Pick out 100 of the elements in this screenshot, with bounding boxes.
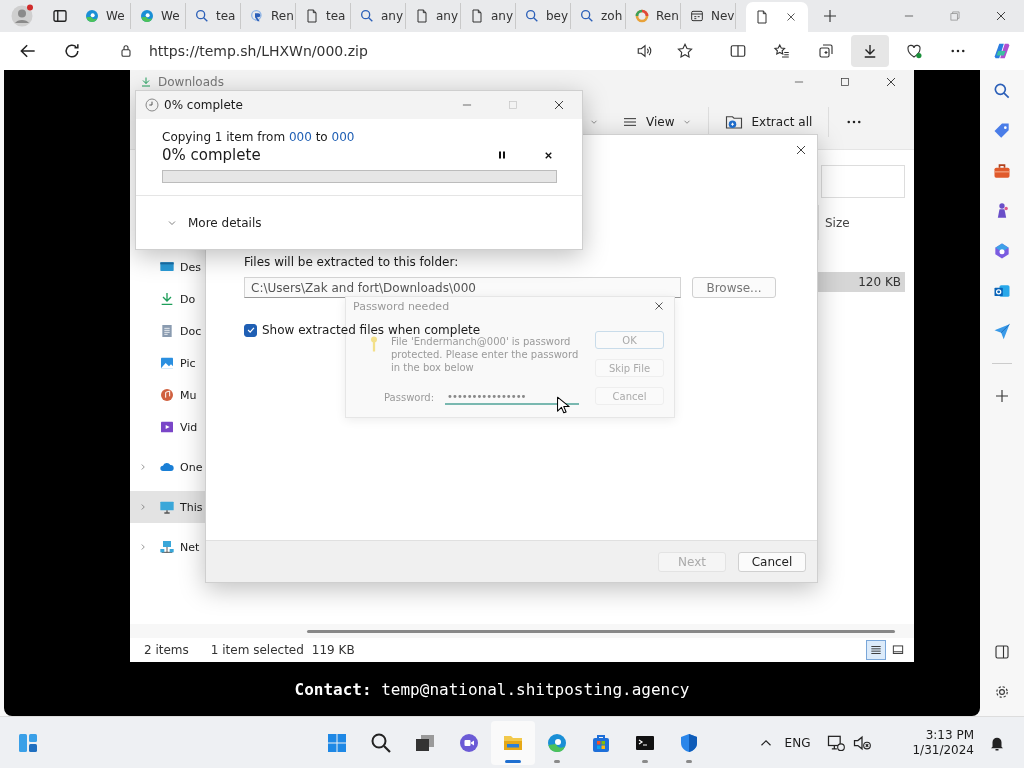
status-text: 2 items bbox=[144, 643, 189, 657]
settings-icon[interactable] bbox=[993, 683, 1011, 701]
copy-status-text: Copying 1 item from 000 to 000 bbox=[162, 130, 356, 144]
extract-all-button[interactable]: Extract all bbox=[725, 112, 813, 131]
field-label: Files will be extracted to this folder: bbox=[244, 255, 460, 269]
browser-tab[interactable]: tea bbox=[296, 3, 351, 29]
browser-tab[interactable]: zoh bbox=[571, 3, 626, 29]
reload-icon[interactable] bbox=[62, 41, 82, 61]
more-details-button[interactable]: More details bbox=[136, 196, 268, 249]
briefcase-icon[interactable] bbox=[992, 161, 1012, 181]
nav-item[interactable]: Pic bbox=[130, 347, 205, 379]
heart-icon[interactable] bbox=[905, 42, 923, 60]
hexagon-icon[interactable] bbox=[992, 241, 1012, 261]
tiles-icon bbox=[891, 643, 905, 657]
browser-tab[interactable]: Ren bbox=[241, 3, 296, 29]
browser-tab[interactable]: any bbox=[351, 3, 406, 29]
status-text: 119 KB bbox=[311, 643, 355, 657]
avatar-icon[interactable] bbox=[10, 4, 34, 28]
running-indicator bbox=[686, 759, 692, 763]
browser-tab[interactable] bbox=[746, 2, 808, 32]
picture-icon bbox=[159, 355, 175, 371]
search-icon bbox=[524, 8, 540, 24]
list-icon bbox=[869, 643, 883, 657]
maximize-icon bbox=[506, 98, 520, 112]
details-view-button[interactable] bbox=[866, 640, 886, 660]
letter-logo-icon bbox=[249, 8, 265, 24]
folder-link[interactable]: 000 bbox=[288, 130, 312, 144]
star-icon[interactable] bbox=[676, 42, 694, 60]
progress-percent: 0% complete bbox=[162, 146, 261, 164]
folder-link[interactable]: 000 bbox=[331, 130, 355, 144]
browser-tab[interactable]: We bbox=[131, 3, 186, 29]
tab-actions-icon[interactable] bbox=[51, 7, 69, 25]
browser-tab[interactable]: bey bbox=[516, 3, 571, 29]
nav-item[interactable]: Vid bbox=[130, 411, 205, 443]
url-text: https://temp.sh/LHXWn/000.zip bbox=[149, 43, 368, 59]
contact-text: Contact: temp@national.shitposting.agency bbox=[294, 679, 690, 699]
search-icon bbox=[194, 8, 210, 24]
favorites-icon[interactable] bbox=[773, 42, 791, 60]
browser-tab[interactable]: Nev bbox=[681, 3, 736, 29]
network-icon bbox=[159, 539, 175, 555]
search-icon[interactable] bbox=[992, 81, 1012, 101]
sidebar-icon[interactable] bbox=[993, 643, 1011, 661]
document-icon bbox=[159, 323, 175, 339]
nav-item[interactable]: Net bbox=[130, 531, 205, 563]
dialog-button[interactable]: Cancel bbox=[738, 551, 806, 572]
running-indicator bbox=[505, 759, 521, 763]
collections-icon[interactable] bbox=[817, 42, 835, 60]
nav-item[interactable]: One bbox=[130, 451, 205, 483]
language-indicator[interactable]: ENG bbox=[784, 735, 811, 750]
running-indicator bbox=[554, 759, 560, 763]
dialog-title: Password needed bbox=[353, 299, 450, 313]
paper-plane-icon[interactable] bbox=[992, 321, 1012, 341]
new-tab-icon[interactable] bbox=[821, 7, 839, 25]
mouse-pointer-icon bbox=[556, 396, 570, 414]
pause-icon[interactable] bbox=[496, 149, 508, 161]
clock-date[interactable]: 1/31/2024 bbox=[912, 742, 974, 758]
add-icon[interactable] bbox=[993, 387, 1011, 405]
window-icon bbox=[689, 8, 705, 24]
nav-item[interactable]: Mu bbox=[130, 379, 205, 411]
maximize-icon[interactable] bbox=[838, 75, 852, 89]
status-text: 1 item selected bbox=[210, 643, 304, 657]
checkbox[interactable] bbox=[244, 323, 257, 337]
page-icon bbox=[414, 8, 430, 24]
search-icon bbox=[579, 8, 595, 24]
running-indicator bbox=[642, 759, 648, 763]
computer-icon bbox=[159, 499, 175, 515]
dialog-title: 0% complete bbox=[164, 98, 243, 112]
browser-tab[interactable]: any bbox=[406, 3, 461, 29]
browser-tab[interactable]: We bbox=[76, 3, 131, 29]
browser-tab[interactable]: tea bbox=[186, 3, 241, 29]
nav-item[interactable]: Do bbox=[130, 283, 205, 315]
browser-logo-icon bbox=[139, 8, 155, 24]
nav-item[interactable]: This bbox=[130, 491, 205, 523]
browse-button[interactable]: Browse... bbox=[692, 277, 776, 298]
clock-time[interactable]: 3:13 PM bbox=[925, 727, 974, 743]
downloads-button[interactable] bbox=[851, 35, 889, 67]
window-title: Downloads bbox=[158, 75, 224, 89]
lock-icon[interactable] bbox=[118, 43, 134, 59]
download-icon bbox=[140, 76, 152, 88]
music-note-icon bbox=[159, 387, 175, 403]
nav-item[interactable]: Doc bbox=[130, 315, 205, 347]
split-screen-icon[interactable] bbox=[729, 42, 747, 60]
search-field[interactable] bbox=[821, 165, 905, 198]
speaker-icon[interactable] bbox=[636, 42, 654, 60]
nav-item[interactable]: Des bbox=[130, 251, 205, 283]
view-button[interactable]: View bbox=[622, 113, 693, 130]
scrollbar-thumb[interactable] bbox=[307, 629, 895, 633]
download-icon bbox=[159, 291, 175, 307]
browser-logo-icon bbox=[84, 8, 100, 24]
checkmark-icon bbox=[245, 325, 256, 335]
checkbox-label[interactable]: Show extracted files when complete bbox=[262, 323, 481, 337]
page-icon bbox=[304, 8, 320, 24]
dialog-message: File 'Endermanch@000' is password protected. Please enter the password in the box below bbox=[391, 336, 580, 374]
page-icon bbox=[754, 9, 770, 25]
clock-icon bbox=[144, 97, 160, 113]
browser-tab[interactable]: Ren bbox=[626, 3, 681, 29]
browser-tab[interactable]: any bbox=[461, 3, 516, 29]
video-icon bbox=[159, 419, 175, 435]
page-icon bbox=[469, 8, 485, 24]
path-field[interactable]: C:\Users\Zak and fort\Downloads\000 bbox=[244, 277, 681, 298]
